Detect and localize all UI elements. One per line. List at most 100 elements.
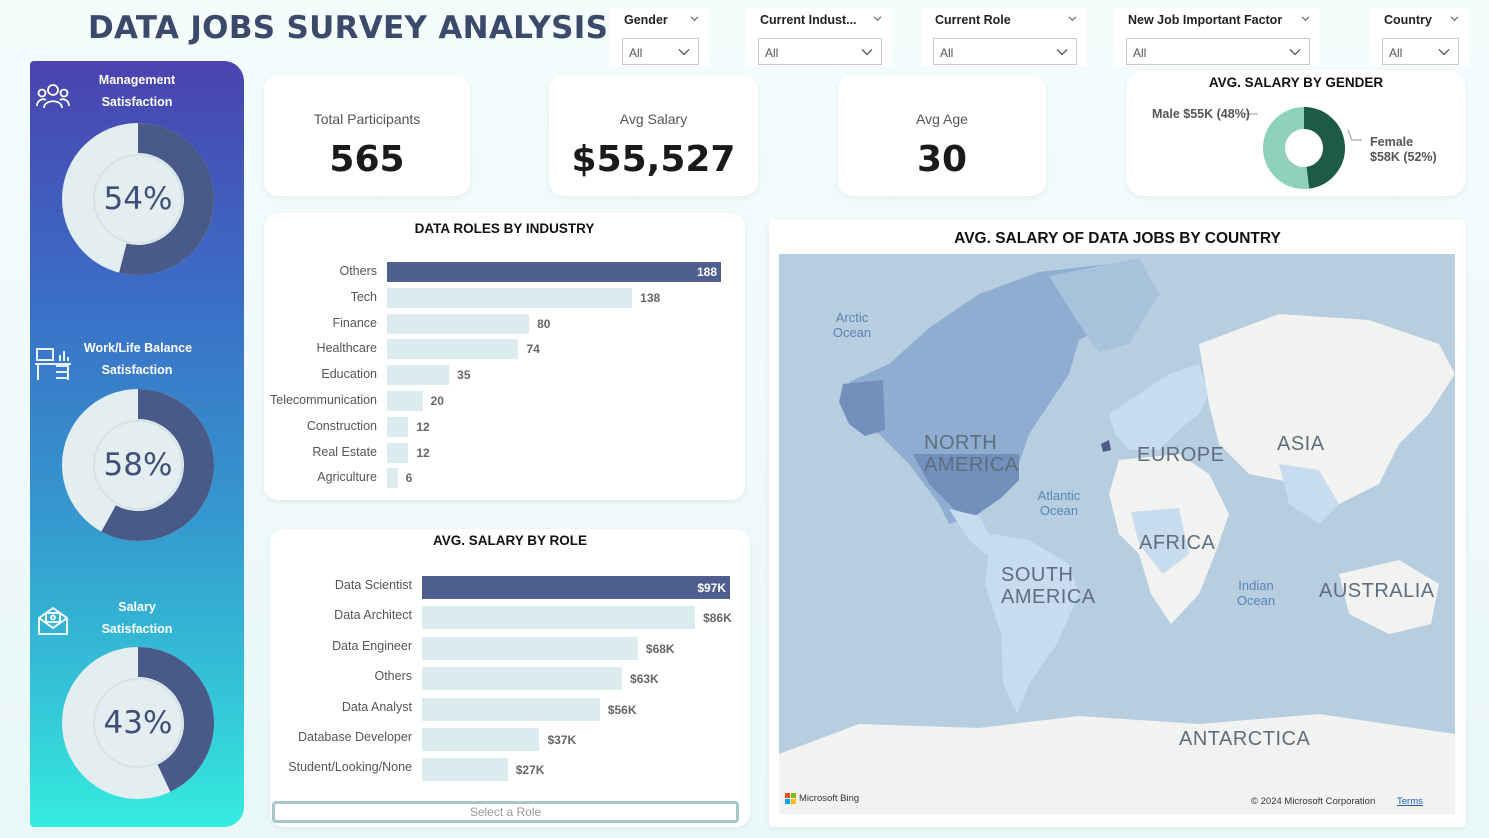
salary-label-line2: Satisfaction: [101, 622, 173, 636]
slicer-value: All: [629, 46, 643, 60]
management-satisfaction-value: 54%: [103, 181, 173, 217]
bar-data-label: $37K: [547, 733, 577, 747]
slicer-2[interactable]: Current Role All: [921, 8, 1087, 66]
female-label-line1: Female: [1370, 135, 1414, 149]
bar-telecommunication[interactable]: [387, 391, 423, 411]
bar-others[interactable]: [422, 667, 623, 691]
map-copyright: © 2024 Microsoft Corporation: [1251, 796, 1376, 807]
female-label-line2: $58K (52%): [1370, 150, 1437, 164]
bar-data-label: 188: [696, 265, 717, 279]
gender-chart-title: AVG. SALARY BY GENDER: [1208, 75, 1384, 90]
map-land-shapes: [779, 258, 1455, 814]
bar-data-label: $86K: [703, 611, 732, 626]
slicer-4[interactable]: Country All: [1370, 8, 1469, 66]
slicer-dropdown[interactable]: All: [933, 38, 1077, 65]
chevron-down-icon: [678, 49, 690, 56]
kpi-card-avg-age: Avg Age 30: [838, 75, 1046, 196]
bar-category-label: Education: [321, 367, 377, 382]
continent-label-antarctica: ANTARCTICA: [1179, 728, 1311, 750]
bar-data-label: 74: [526, 342, 540, 357]
bar-category-label: Data Analyst: [341, 699, 412, 714]
slicer-dropdown[interactable]: All: [622, 38, 699, 65]
dashboard-canvas: DATA JOBS SURVEY ANALYSIS Gender All Curre…: [0, 0, 1489, 838]
slicer-0[interactable]: Gender All: [610, 8, 709, 66]
bar-student-looking-none[interactable]: [422, 758, 508, 782]
bar-finance[interactable]: [387, 313, 530, 334]
management-label-line2: Satisfaction: [101, 95, 173, 109]
slicer-3[interactable]: New Job Important Factor All: [1114, 8, 1320, 66]
slicer-value: All: [1389, 46, 1403, 60]
bar-real-estate[interactable]: [387, 442, 409, 463]
chevron-down-icon: [1056, 49, 1068, 56]
bar-agriculture[interactable]: [387, 468, 398, 489]
gender-salary-card: AVG. SALARY BY GENDER Male $55K (48%) Fe…: [1126, 70, 1466, 196]
male-label: Male $55K (48%): [1152, 107, 1250, 121]
bar-data-label: $27K: [515, 763, 545, 778]
bar-category-label: Construction: [306, 418, 377, 433]
role-bar-chart: Data Scientist $97K Data Architect $86K Data…: [270, 529, 750, 827]
bar-category-label: Data Scientist: [334, 578, 412, 592]
kpi-label: Total Participants: [313, 111, 421, 127]
bar-data-scientist[interactable]: [422, 576, 730, 599]
bar-healthcare[interactable]: [387, 339, 519, 360]
worklife-label-line2: Satisfaction: [101, 363, 173, 377]
ocean-label-arctic: Arctic Ocean: [832, 310, 872, 340]
bar-category-label: Data Architect: [334, 608, 412, 623]
slicer-dropdown[interactable]: All: [1126, 38, 1310, 65]
slicer-label: Gender: [624, 13, 668, 27]
bar-education[interactable]: [387, 365, 450, 386]
slicer-label: Current Indust...: [760, 13, 857, 27]
bar-data-analyst[interactable]: [422, 697, 600, 721]
ocean-label-indian: Indian Ocean: [1236, 578, 1276, 608]
bar-category-label: Student/Looking/None: [288, 760, 412, 775]
page-title: DATA JOBS SURVEY ANALYSIS: [88, 10, 609, 46]
industry-bar-chart: Others 188 Tech 138 Finance 80 Healthcare 74 Edu…: [264, 213, 745, 500]
slicer-value: All: [1133, 46, 1147, 60]
management-satisfaction-gauge: 54%: [60, 121, 216, 277]
bar-others[interactable]: [387, 262, 721, 282]
continent-label-south-america: SOUTH AMERICA: [1001, 564, 1096, 608]
bar-category-label: Others: [339, 264, 377, 278]
bar-data-engineer[interactable]: [422, 636, 638, 660]
slicer-label: Country: [1384, 13, 1432, 27]
select-role-button[interactable]: Select a Role: [272, 801, 739, 823]
bar-data-label: 12: [416, 445, 430, 460]
chevron-down-icon[interactable]: [1068, 14, 1077, 23]
management-label-line1: Management: [98, 73, 176, 87]
bar-data-label: 138: [640, 290, 661, 305]
slicer-dropdown[interactable]: All: [1382, 38, 1459, 65]
continent-label-australia: AUSTRALIA: [1319, 580, 1435, 602]
bar-data-architect[interactable]: [422, 606, 696, 630]
bar-data-label: 20: [430, 394, 444, 408]
kpi-label: Avg Age: [916, 111, 968, 127]
map-terms-link[interactable]: Terms: [1397, 796, 1423, 807]
slicer-label: New Job Important Factor: [1128, 13, 1283, 27]
chevron-down-icon[interactable]: [873, 14, 882, 23]
bar-category-label: Telecommunication: [270, 393, 377, 407]
continent-label-north-america: NORTH AMERICA: [924, 432, 1019, 476]
bar-category-label: Database Developer: [298, 730, 412, 744]
bar-tech[interactable]: [387, 287, 633, 308]
slicer-1[interactable]: Current Indust... All: [746, 8, 892, 66]
bar-construction[interactable]: [387, 416, 409, 437]
bar-database-developer[interactable]: [422, 728, 540, 751]
continent-label-europe: EUROPE: [1137, 444, 1225, 466]
bar-category-label: Healthcare: [316, 341, 377, 356]
bar-category-label: Others: [374, 669, 412, 684]
bar-data-label: $97K: [697, 581, 726, 595]
kpi-value: 565: [329, 139, 405, 180]
bar-data-label: 12: [416, 419, 430, 434]
worklife-satisfaction-gauge: 58%: [60, 387, 216, 543]
chevron-down-icon: [1438, 49, 1450, 56]
bing-logo: [785, 793, 796, 804]
chevron-down-icon[interactable]: [1450, 14, 1459, 23]
bar-data-label: 35: [457, 368, 471, 383]
bar-data-label: $63K: [630, 672, 659, 687]
slicer-dropdown[interactable]: All: [758, 38, 882, 65]
bar-category-label: Tech: [350, 289, 377, 304]
chevron-down-icon[interactable]: [1301, 14, 1310, 23]
world-map[interactable]: NORTH AMERICA EUROPE ASIA AFRICA SOUTH A…: [779, 254, 1455, 814]
continent-label-africa: AFRICA: [1139, 532, 1216, 554]
chevron-down-icon[interactable]: [690, 14, 699, 23]
kpi-value: $55,527: [571, 139, 736, 180]
